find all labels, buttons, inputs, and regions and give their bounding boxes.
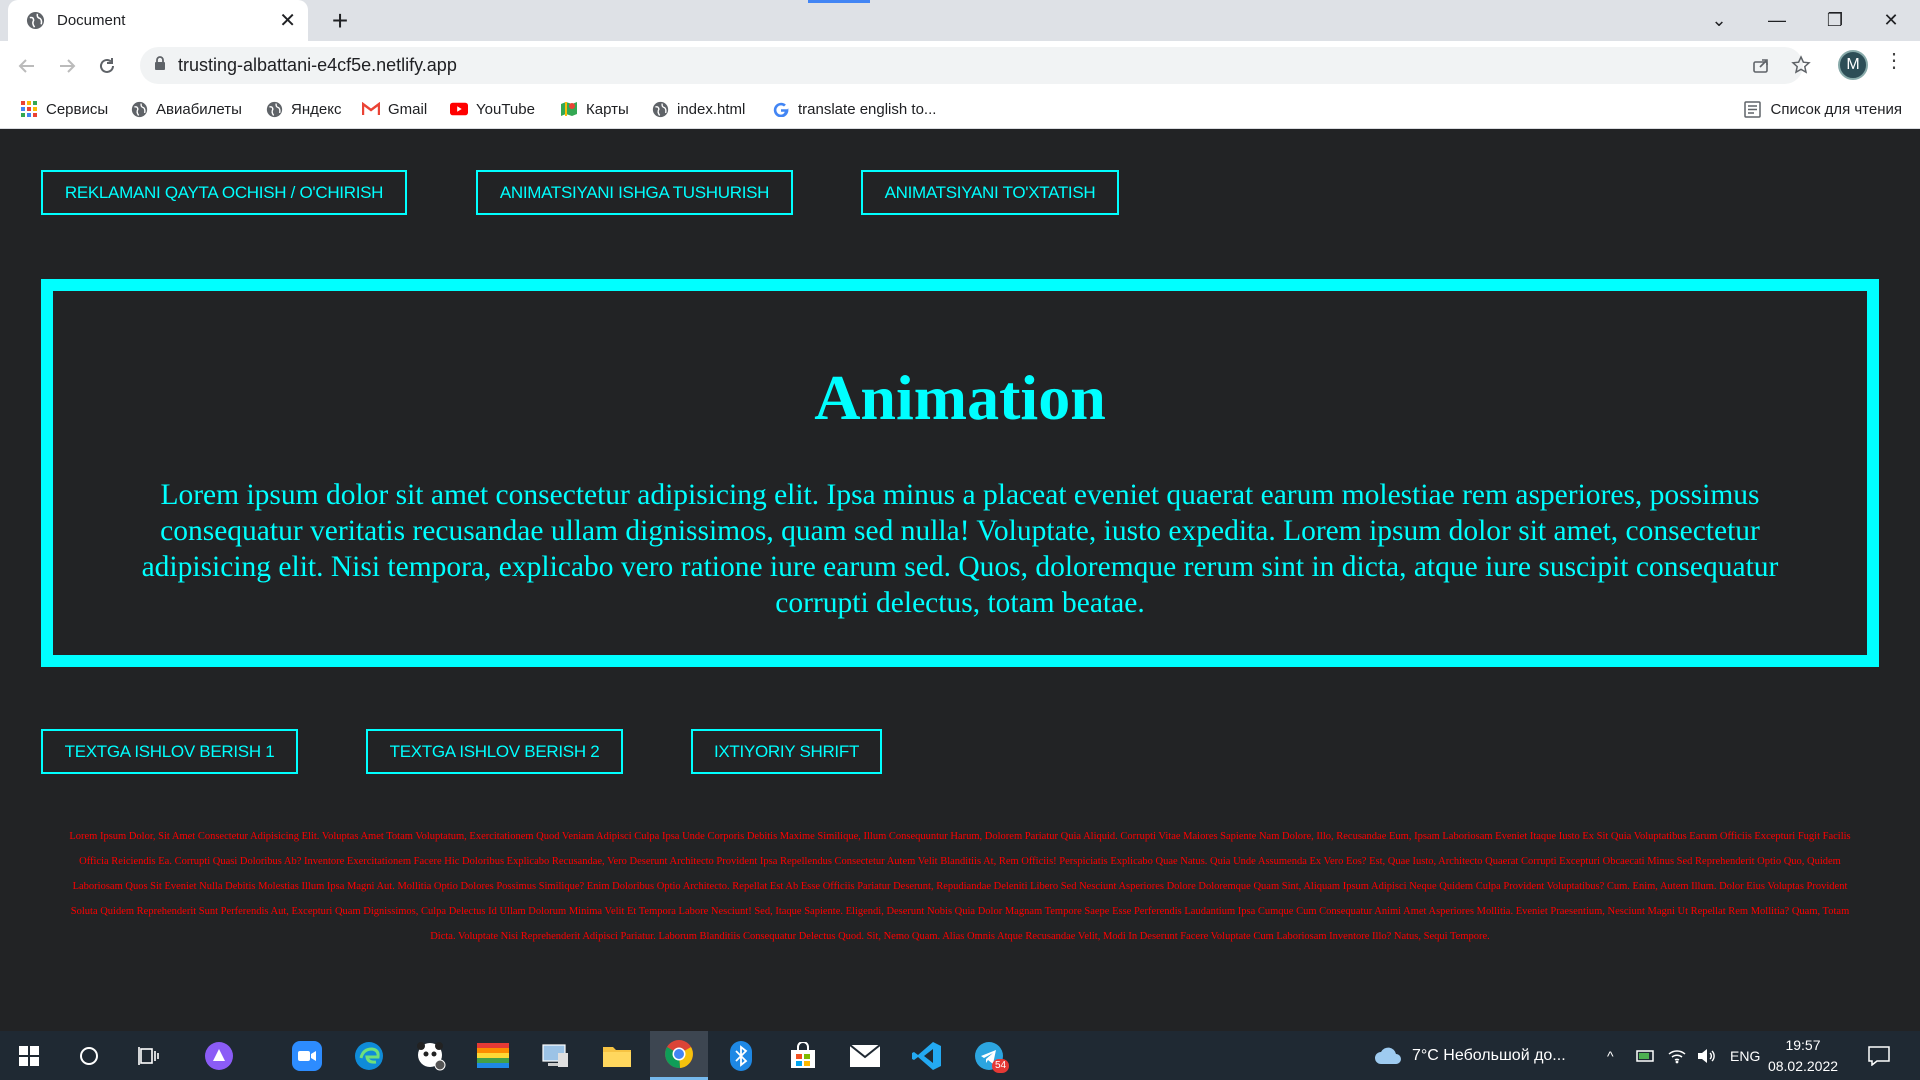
bookmark-youtube[interactable]: YouTube xyxy=(450,89,535,129)
forward-icon[interactable] xyxy=(54,53,80,79)
start-menu-icon[interactable] xyxy=(0,1031,58,1080)
file-explorer-icon[interactable] xyxy=(588,1031,646,1080)
tray-chevron-icon[interactable]: ^ xyxy=(1607,1031,1614,1080)
clock-time: 19:57 xyxy=(1785,1037,1821,1053)
stop-animation-button[interactable]: ANIMATSIYANI TO'XTATISH xyxy=(861,170,1119,215)
bookmark-star-icon[interactable] xyxy=(1789,53,1813,77)
restore-button[interactable]: ❐ xyxy=(1806,0,1864,41)
bookmark-index-html[interactable]: index.html xyxy=(651,89,745,129)
globe-icon xyxy=(651,100,669,118)
cloud-icon xyxy=(1374,1046,1402,1066)
chevron-down-icon[interactable]: ⌄ xyxy=(1690,0,1748,41)
profile-avatar[interactable]: M xyxy=(1838,50,1868,80)
custom-font-button[interactable]: IXTIYORIY SHRIFT xyxy=(691,729,882,774)
animation-paragraph: Lorem ipsum dolor sit amet consectetur a… xyxy=(141,479,1779,619)
search-icon[interactable] xyxy=(60,1031,118,1080)
notification-center-icon[interactable] xyxy=(1868,1031,1890,1080)
globe-icon xyxy=(26,11,45,30)
bookmark-label: Gmail xyxy=(388,100,428,118)
weather-text: 7°C Небольшой до... xyxy=(1412,1046,1566,1064)
gmail-icon xyxy=(362,100,380,118)
url-text: trusting-albattani-e4cf5e.netlify.app xyxy=(178,55,457,75)
reload-icon[interactable] xyxy=(94,53,120,79)
tab-title: Document xyxy=(57,12,126,29)
vscode-icon[interactable] xyxy=(898,1031,956,1080)
telegram-unread-badge: 54 xyxy=(992,1059,1010,1073)
system-clock[interactable]: 19:57 08.02.2022 xyxy=(1758,1035,1848,1077)
start-animation-button[interactable]: ANIMATSIYANI ISHGA TUSHURISH xyxy=(476,170,793,215)
language-indicator[interactable]: ENG xyxy=(1730,1031,1760,1080)
panda-app-icon[interactable] xyxy=(402,1031,460,1080)
browser-toolbar: trusting-albattani-e4cf5e.netlify.app M … xyxy=(0,41,1920,89)
task-view-icon[interactable] xyxy=(120,1031,178,1080)
lock-icon xyxy=(154,56,166,75)
weather-widget[interactable]: 7°C Небольшой до... xyxy=(1374,1031,1566,1080)
chrome-taskbar-icon[interactable] xyxy=(650,1031,708,1080)
bookmark-label: translate english to... xyxy=(798,100,937,118)
bookmarks-bar: Сервисы Авиабилеты Яндекс Gmail YouTube … xyxy=(0,89,1920,129)
bookmark-label: Карты xyxy=(586,100,629,118)
bookmark-label: Сервисы xyxy=(46,100,109,118)
globe-icon xyxy=(265,100,283,118)
reading-list-icon xyxy=(1744,100,1762,118)
bookmark-maps[interactable]: Карты xyxy=(560,89,629,129)
toggle-ad-button[interactable]: REKLAMANI QAYTA OCHISH / O'CHIRISH xyxy=(41,170,407,215)
wifi-icon[interactable] xyxy=(1668,1031,1686,1080)
share-icon[interactable] xyxy=(1749,53,1773,77)
bookmark-yandex[interactable]: Яндекс xyxy=(265,89,341,129)
windows-taskbar: 54 7°C Небольшой до... ^ ENG 19:57 08.02… xyxy=(0,1031,1920,1080)
bookmark-label: YouTube xyxy=(476,100,535,118)
close-window-button[interactable]: ✕ xyxy=(1862,0,1920,41)
computer-app-icon[interactable] xyxy=(526,1031,584,1080)
close-tab-icon[interactable]: ✕ xyxy=(279,11,296,31)
globe-icon xyxy=(130,100,148,118)
telegram-icon[interactable]: 54 xyxy=(960,1031,1018,1080)
alice-assistant-icon[interactable] xyxy=(190,1031,248,1080)
tab-drag-indicator xyxy=(808,0,870,3)
maps-icon xyxy=(560,100,578,118)
back-icon[interactable] xyxy=(14,53,40,79)
battery-icon[interactable] xyxy=(1636,1031,1656,1080)
animation-title: Animation xyxy=(814,362,1106,433)
new-tab-button[interactable]: + xyxy=(325,6,355,36)
animation-box: Animation Lorem ipsum dolor sit amet con… xyxy=(41,279,1879,667)
youtube-icon xyxy=(450,100,468,118)
bookmark-services[interactable]: Сервисы xyxy=(20,89,108,129)
clock-date: 08.02.2022 xyxy=(1767,1058,1839,1074)
address-bar[interactable]: trusting-albattani-e4cf5e.netlify.app xyxy=(140,47,1803,84)
rainbow-app-icon[interactable] xyxy=(464,1031,522,1080)
page-content: REKLAMANI QAYTA OCHISH / O'CHIRISH ANIMA… xyxy=(0,129,1920,1031)
reading-list[interactable]: Список для чтения xyxy=(1744,89,1902,129)
bookmark-label: Авиабилеты xyxy=(156,100,242,118)
text-effect-1-button[interactable]: TEXTGA ISHLOV BERISH 1 xyxy=(41,729,298,774)
bookmark-translate[interactable]: translate english to... xyxy=(772,89,936,129)
edge-browser-icon[interactable] xyxy=(340,1031,398,1080)
browser-menu-icon[interactable]: ⋮ xyxy=(1884,51,1904,71)
red-capitalized-text: Lorem Ipsum Dolor, Sit Amet Consectetur … xyxy=(69,831,1851,942)
browser-tab-bar: Document ✕ + ⌄ — ❐ ✕ xyxy=(0,0,1920,41)
microsoft-store-icon[interactable] xyxy=(774,1031,832,1080)
minimize-button[interactable]: — xyxy=(1748,0,1806,41)
bookmark-label: Яндекс xyxy=(291,100,342,118)
text-effect-2-button[interactable]: TEXTGA ISHLOV BERISH 2 xyxy=(366,729,623,774)
volume-icon[interactable] xyxy=(1696,1031,1716,1080)
mail-icon[interactable] xyxy=(836,1031,894,1080)
reading-list-label: Список для чтения xyxy=(1770,100,1902,118)
zoom-app-icon[interactable] xyxy=(278,1031,336,1080)
bookmark-gmail[interactable]: Gmail xyxy=(362,89,427,129)
bookmark-aviabilety[interactable]: Авиабилеты xyxy=(130,89,242,129)
bookmark-label: index.html xyxy=(677,100,746,118)
bluetooth-icon[interactable] xyxy=(712,1031,770,1080)
google-icon xyxy=(772,100,790,118)
apps-grid-icon xyxy=(20,100,38,118)
browser-tab[interactable]: Document ✕ xyxy=(8,0,308,41)
